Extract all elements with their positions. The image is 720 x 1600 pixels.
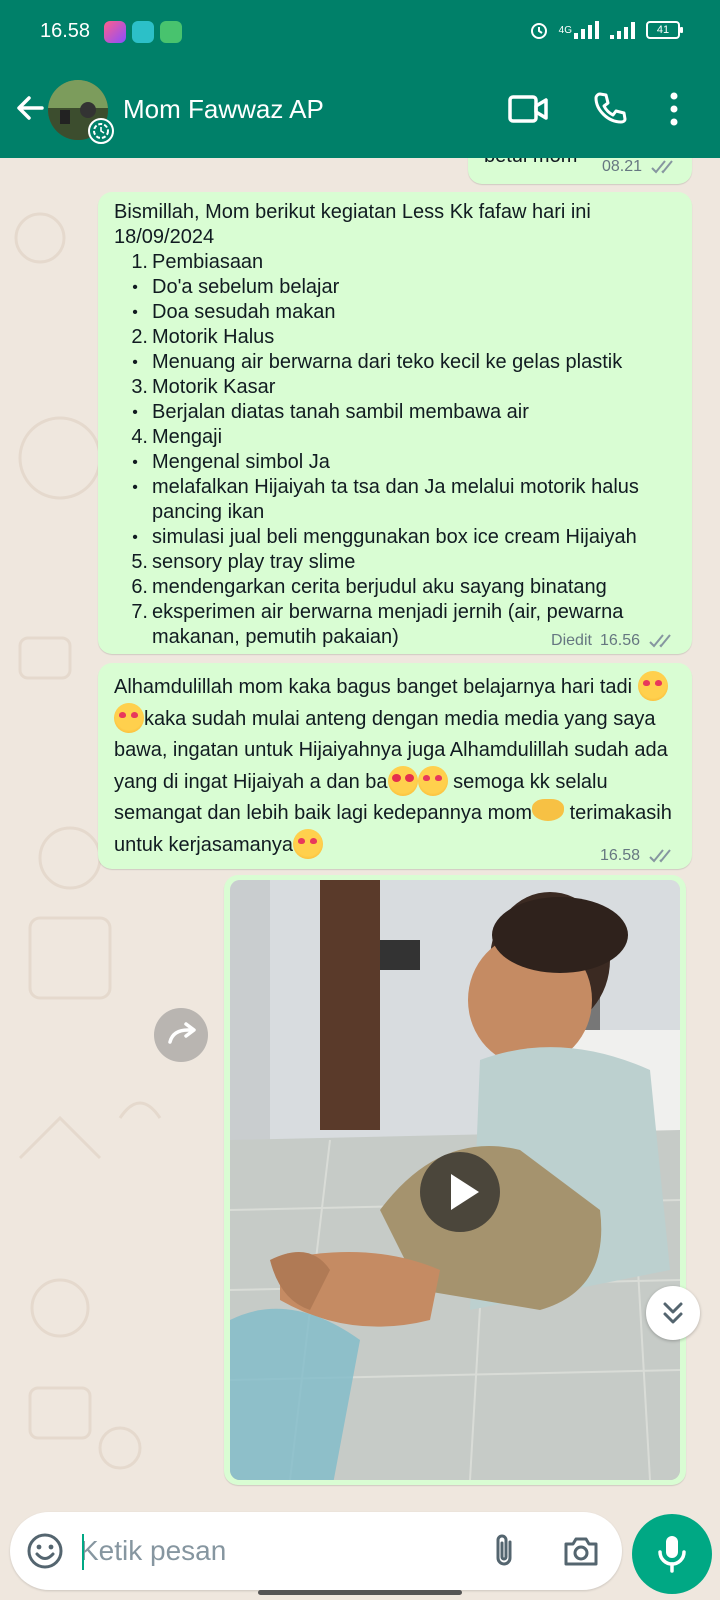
contact-name[interactable]: Mom Fawwaz AP — [123, 94, 324, 125]
camera-icon[interactable] — [562, 1534, 600, 1568]
top-bar: 16.58 4G 41 Mom Fawwaz AP — [0, 0, 720, 158]
home-indicator[interactable] — [258, 1590, 462, 1595]
list-item: 2. Motorik Halus — [131, 326, 275, 348]
notification-icons — [104, 21, 182, 43]
list-item: 6. mendengarkan cerita berjudul aku sayan… — [131, 576, 607, 598]
message-text: Alhamdulillah mom kaka bagus banget bela… — [114, 671, 674, 861]
phone-icon[interactable] — [592, 90, 628, 126]
edited-label: Diedit — [551, 632, 592, 649]
smiling-face-with-hearts-icon — [417, 766, 448, 796]
list-item: • simulasi jual beli menggunakan box ice … — [132, 526, 637, 548]
emoji-icon[interactable] — [26, 1532, 64, 1570]
status-ring-icon — [88, 118, 114, 144]
double-check-icon — [649, 633, 671, 647]
network-type: 4G — [558, 24, 572, 36]
heart-hands-icon — [532, 799, 565, 821]
signal-icon — [574, 21, 599, 39]
message-composer — [10, 1512, 622, 1590]
list-item: • Berjalan diatas tanah sambil membawa ai… — [132, 401, 529, 423]
status-bar: 16.58 4G 41 — [0, 0, 720, 62]
smiling-face-with-hearts-icon — [292, 829, 323, 859]
list-item: 5. sensory play tray slime — [131, 551, 356, 573]
signal-2-icon — [610, 22, 635, 39]
message-bubble-outgoing[interactable]: betul mom 08.21 — [468, 158, 692, 184]
message-intro: Bismillah, Mom berikut kegiatan Less Kk … — [114, 201, 591, 248]
list-item: • Mengenal simbol Ja — [132, 451, 330, 473]
smiling-face-with-hearts-icon — [637, 671, 668, 701]
message-time: 16.56 — [599, 632, 640, 649]
play-icon[interactable] — [420, 1152, 500, 1232]
heart-eyes-icon — [387, 766, 418, 796]
message-bubble-outgoing[interactable]: Alhamdulillah mom kaka bagus banget bela… — [98, 663, 692, 869]
more-vert-icon[interactable] — [668, 92, 680, 126]
list-item: • melafalkan Hijaiyah ta tsa dan Ja melal… — [132, 476, 639, 523]
mic-icon — [658, 1536, 686, 1573]
message-meta: 08.21 — [602, 158, 678, 179]
attach-icon[interactable] — [488, 1532, 520, 1570]
activity-list: 1. Pembiasaan • Do'a sebelum belajar • Doa … — [114, 250, 674, 650]
app-bar: Mom Fawwaz AP — [0, 62, 720, 158]
chat-notification-icon — [132, 21, 154, 43]
mic-button[interactable] — [632, 1514, 712, 1594]
video-call-icon[interactable] — [508, 92, 548, 126]
smiling-face-with-hearts-icon — [114, 703, 144, 733]
status-indicators: 4G 41 — [529, 20, 683, 40]
back-arrow-icon[interactable] — [12, 90, 48, 126]
text-cursor — [82, 1534, 84, 1570]
list-item: 3. Motorik Kasar — [131, 376, 276, 398]
video-message-bubble[interactable] — [224, 875, 686, 1485]
message-text: betul mom — [484, 158, 577, 169]
phone-notification-icon — [160, 21, 182, 43]
message-bubble-outgoing[interactable]: Bismillah, Mom berikut kegiatan Less Kk … — [98, 192, 692, 654]
list-item: 1. Pembiasaan — [131, 251, 264, 273]
status-time: 16.58 — [40, 20, 91, 42]
message-time: 08.21 — [601, 158, 642, 175]
alarm-icon — [530, 23, 547, 39]
message-time: 16.58 — [599, 847, 640, 864]
chevron-double-down-icon[interactable] — [646, 1286, 700, 1340]
battery-indicator: 41 — [646, 21, 683, 39]
forward-icon[interactable] — [154, 1008, 208, 1062]
video-thumbnail[interactable] — [230, 880, 680, 1480]
chat-area[interactable]: betul mom 08.21 Bismillah, Mom berikut k… — [0, 158, 720, 1510]
app-notification-icon — [104, 21, 126, 43]
list-item: • Do'a sebelum belajar — [132, 276, 340, 298]
message-meta: 16.58 — [600, 843, 676, 868]
message-meta: Diedit 16.56 — [551, 628, 676, 653]
list-item: • Menuang air berwarna dari teko kecil ke… — [132, 351, 623, 373]
double-check-icon — [651, 159, 673, 173]
message-input[interactable] — [80, 1526, 470, 1576]
list-item: • Doa sesudah makan — [132, 301, 336, 323]
list-item: 4. Mengaji — [131, 426, 223, 448]
double-check-icon — [649, 848, 671, 862]
